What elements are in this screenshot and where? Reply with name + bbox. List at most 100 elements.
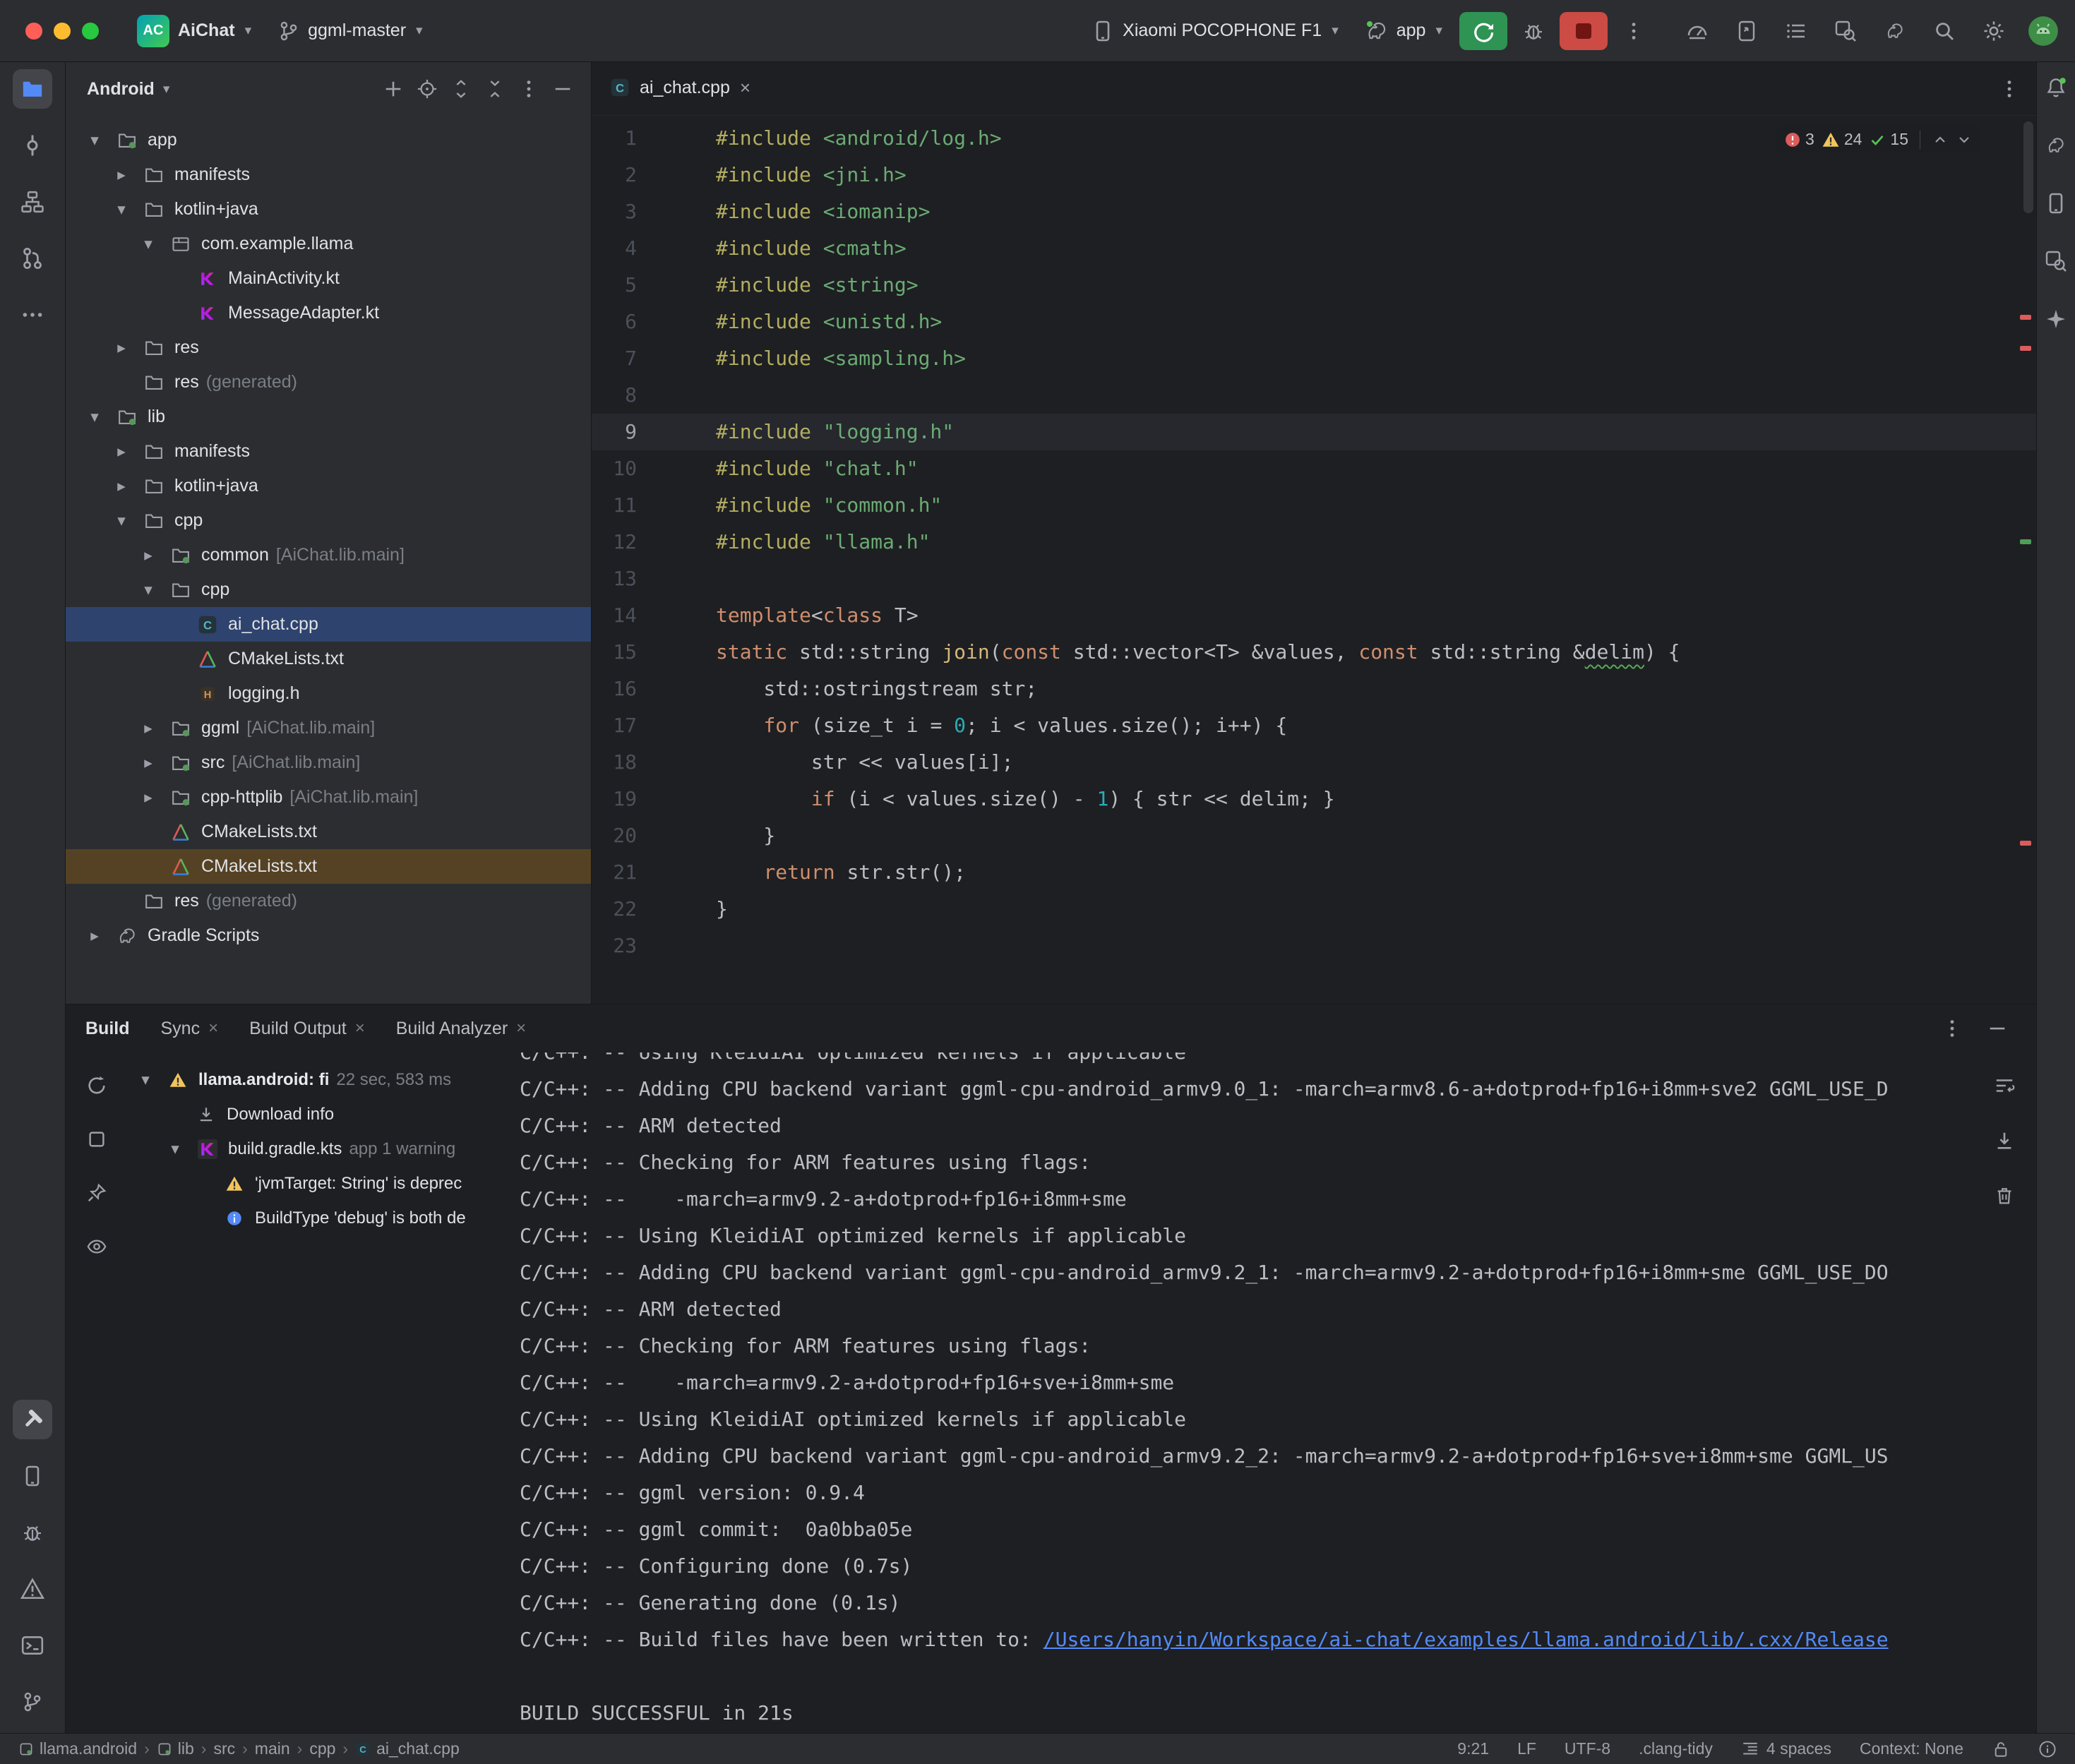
line-number[interactable]: 21 xyxy=(592,854,655,891)
build-tree-item-download-info[interactable]: Download info xyxy=(128,1097,520,1132)
build-tree-item-buildtype-debug-is-both-de[interactable]: BuildType 'debug' is both de xyxy=(128,1201,520,1235)
caret-position-widget[interactable]: 9:21 xyxy=(1457,1739,1489,1758)
logcat-tool-button[interactable] xyxy=(13,1513,52,1552)
tree-item-res[interactable]: res(generated) xyxy=(66,365,591,400)
clear-all-button[interactable] xyxy=(1985,1177,2023,1215)
code-line-9[interactable]: 9#include "logging.h" xyxy=(592,414,2036,450)
tree-item-app[interactable]: ▾app xyxy=(66,123,591,157)
build-tree-item-llama-android-fi[interactable]: ▾llama.android: fi22 sec, 583 ms xyxy=(128,1062,520,1097)
code-line-23[interactable]: 23 xyxy=(592,928,2036,964)
code-line-3[interactable]: 3#include <iomanip> xyxy=(592,193,2036,230)
chevron-expanded-icon[interactable]: ▾ xyxy=(109,511,133,530)
scroll-to-end-button[interactable] xyxy=(1985,1122,2023,1160)
hide-build-panel-button[interactable] xyxy=(1978,1009,2016,1048)
terminal-tool-button[interactable] xyxy=(13,1626,52,1665)
chevron-expanded-icon[interactable]: ▾ xyxy=(163,1139,187,1158)
build-tab-build-analyzer[interactable]: Build Analyzer× xyxy=(396,1019,526,1039)
project-view-mode[interactable]: Android xyxy=(87,79,155,100)
code-line-20[interactable]: 20 } xyxy=(592,817,2036,854)
breadcrumb-cpp[interactable]: cpp xyxy=(309,1739,335,1758)
code-line-16[interactable]: 16 std::ostringstream str; xyxy=(592,671,2036,707)
close-tab-icon[interactable]: × xyxy=(208,1019,218,1038)
tree-item-mainactivity-kt[interactable]: MainActivity.kt xyxy=(66,261,591,296)
locate-file-button[interactable] xyxy=(412,73,443,104)
panel-options-button[interactable] xyxy=(513,73,544,104)
app-inspection-button[interactable] xyxy=(1826,12,1865,50)
tree-item-src[interactable]: ▸src[AiChat.lib.main] xyxy=(66,745,591,780)
line-number[interactable]: 23 xyxy=(592,928,655,964)
tree-item-gradle-scripts[interactable]: ▸Gradle Scripts xyxy=(66,918,591,953)
editor-tab-ai-chat-cpp[interactable]: C ai_chat.cpp × xyxy=(592,62,769,115)
indent-widget[interactable]: 4 spaces xyxy=(1741,1739,1831,1758)
project-tool-button[interactable] xyxy=(13,69,52,109)
warning-count-item[interactable]: 24 xyxy=(1822,130,1862,149)
inspections-widget[interactable]: 3 24 15 xyxy=(1776,126,1981,153)
collapse-all-button[interactable] xyxy=(479,73,510,104)
zoom-window-button[interactable] xyxy=(82,23,99,40)
problems-tool-button[interactable] xyxy=(13,1569,52,1609)
todo-button[interactable] xyxy=(1777,12,1815,50)
build-panel-options-button[interactable] xyxy=(1933,1009,1971,1048)
line-number[interactable]: 1 xyxy=(592,120,655,157)
gradle-tool-button[interactable] xyxy=(2040,130,2071,161)
line-number[interactable]: 9 xyxy=(592,414,655,450)
breadcrumb-lib[interactable]: lib xyxy=(157,1739,194,1758)
settings-button[interactable] xyxy=(1975,12,2013,50)
line-number[interactable]: 10 xyxy=(592,450,655,487)
stop-build-button[interactable] xyxy=(78,1120,116,1158)
debug-button[interactable] xyxy=(1514,12,1553,50)
chevron-expanded-icon[interactable]: ▾ xyxy=(136,580,160,599)
vcs-branch-widget[interactable]: ggml-master ▾ xyxy=(268,15,432,47)
line-number[interactable]: 11 xyxy=(592,487,655,524)
code-line-14[interactable]: 14template<class T> xyxy=(592,597,2036,634)
tree-item-cpp[interactable]: ▾cpp xyxy=(66,572,591,607)
more-run-actions-button[interactable] xyxy=(1615,12,1653,50)
tree-item-kotlin-java[interactable]: ▸kotlin+java xyxy=(66,469,591,503)
app-inspection-tool-button[interactable] xyxy=(2040,246,2071,277)
profiler-button[interactable] xyxy=(1678,12,1716,50)
build-tab-build[interactable]: Build xyxy=(85,1019,130,1039)
line-number[interactable]: 19 xyxy=(592,781,655,817)
clang-tidy-widget[interactable]: .clang-tidy xyxy=(1639,1739,1713,1758)
line-number[interactable]: 13 xyxy=(592,560,655,597)
code-line-2[interactable]: 2#include <jni.h> xyxy=(592,157,2036,193)
chevron-expanded-icon[interactable]: ▾ xyxy=(83,407,107,426)
line-number[interactable]: 7 xyxy=(592,340,655,377)
build-tab-sync[interactable]: Sync× xyxy=(161,1019,219,1039)
line-number[interactable]: 16 xyxy=(592,671,655,707)
tree-item-logging-h[interactable]: Hlogging.h xyxy=(66,676,591,711)
line-number[interactable]: 2 xyxy=(592,157,655,193)
tree-item-com-example-llama[interactable]: ▾com.example.llama xyxy=(66,227,591,261)
notifications-button[interactable] xyxy=(2040,72,2071,103)
code-line-22[interactable]: 22} xyxy=(592,891,2036,928)
tree-item-kotlin-java[interactable]: ▾kotlin+java xyxy=(66,192,591,227)
line-number[interactable]: 4 xyxy=(592,230,655,267)
code-line-21[interactable]: 21 return str.str(); xyxy=(592,854,2036,891)
structure-tool-button[interactable] xyxy=(13,182,52,222)
tree-item-manifests[interactable]: ▸manifests xyxy=(66,434,591,469)
tree-item-manifests[interactable]: ▸manifests xyxy=(66,157,591,192)
more-tool-windows-button[interactable] xyxy=(13,295,52,335)
chevron-collapsed-icon[interactable]: ▸ xyxy=(136,719,160,738)
pull-requests-tool-button[interactable] xyxy=(13,239,52,278)
build-output-link[interactable]: /Users/hanyin/Workspace/ai-chat/examples… xyxy=(1044,1628,1889,1651)
code-line-11[interactable]: 11#include "common.h" xyxy=(592,487,2036,524)
code-line-12[interactable]: 12#include "llama.h" xyxy=(592,524,2036,560)
build-tab-build-output[interactable]: Build Output× xyxy=(249,1019,365,1039)
close-tab-icon[interactable]: × xyxy=(355,1019,365,1038)
chevron-collapsed-icon[interactable]: ▸ xyxy=(109,476,133,496)
chevron-collapsed-icon[interactable]: ▸ xyxy=(83,926,107,945)
tree-item-cmakelists-txt[interactable]: CMakeLists.txt xyxy=(66,849,591,884)
expand-all-button[interactable] xyxy=(446,73,477,104)
code-line-15[interactable]: 15static std::string join(const std::vec… xyxy=(592,634,2036,671)
tree-item-cmakelists-txt[interactable]: CMakeLists.txt xyxy=(66,815,591,849)
tree-item-ai-chat-cpp[interactable]: Cai_chat.cpp xyxy=(66,607,591,642)
code-area[interactable]: 1#include <android/log.h>2#include <jni.… xyxy=(592,116,2036,1004)
notifications-indicator[interactable] xyxy=(2038,1740,2057,1758)
soft-wrap-button[interactable] xyxy=(1985,1067,2023,1105)
gradle-sync-button[interactable] xyxy=(1876,12,1914,50)
add-button[interactable] xyxy=(378,73,409,104)
chevron-collapsed-icon[interactable]: ▸ xyxy=(136,546,160,565)
code-line-19[interactable]: 19 if (i < values.size() - 1) { str << d… xyxy=(592,781,2036,817)
chevron-collapsed-icon[interactable]: ▸ xyxy=(136,753,160,772)
